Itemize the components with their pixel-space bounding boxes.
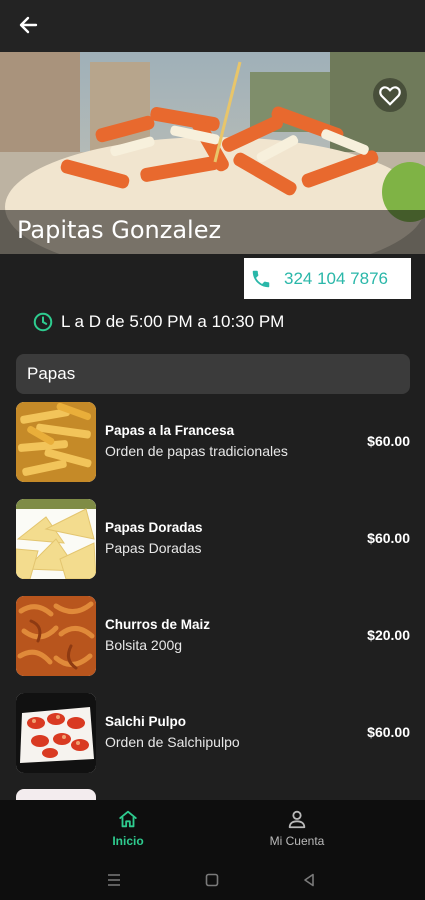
person-icon: [288, 810, 306, 829]
phone-number: 324 104 7876: [284, 268, 388, 288]
menu-item-price: $60.00: [367, 530, 410, 546]
bottom-navigation: Inicio Mi Cuenta: [0, 800, 425, 860]
favorite-button[interactable]: [373, 78, 407, 112]
fries-image: [16, 402, 96, 482]
phone-icon: [252, 270, 270, 287]
menu-item[interactable]: Salchi Pulpo Orden de Salchipulpo $60.00: [0, 693, 425, 775]
menu-item-image: [16, 402, 96, 482]
heart-outline-icon: [379, 86, 401, 106]
arrow-left-icon: [19, 16, 38, 34]
system-navigation-bar: [0, 860, 425, 900]
menu-section-header[interactable]: Papas: [16, 354, 410, 394]
restaurant-name-banner: Papitas Gonzalez: [0, 210, 425, 254]
menu-item-description: Bolsita 200g: [105, 637, 183, 653]
nav-home[interactable]: Inicio: [68, 808, 188, 854]
restaurant-name: Papitas Gonzalez: [17, 216, 222, 244]
nav-home-label: Inicio: [112, 834, 144, 848]
menu-item-description: Orden de papas tradicionales: [105, 443, 288, 459]
menu-item[interactable]: Papas a la Francesa Orden de papas tradi…: [0, 402, 425, 484]
menu-item-price: $60.00: [367, 433, 410, 449]
hours-text: L a D de 5:00 PM a 10:30 PM: [61, 312, 285, 331]
back-button[interactable]: [14, 10, 44, 40]
menu-item-description: Papas Doradas: [105, 540, 202, 556]
home-icon: [119, 810, 137, 828]
restaurant-hero: Papitas Gonzalez: [0, 52, 425, 254]
back-triangle-icon[interactable]: [300, 871, 318, 889]
menu-item-name: Papas Doradas: [105, 520, 203, 535]
chips-image: [16, 499, 96, 579]
menu-item-name: Papas a la Francesa: [105, 423, 235, 438]
menu-item-name: Salchi Pulpo: [105, 714, 187, 729]
menu-item-image: [16, 693, 96, 773]
phone-button[interactable]: 324 104 7876: [244, 258, 411, 299]
menu-item[interactable]: Churros de Maiz Bolsita 200g $20.00: [0, 596, 425, 678]
opening-hours: L a D de 5:00 PM a 10:30 PM: [32, 309, 284, 335]
top-bar: [0, 0, 425, 52]
menu-item-price: $60.00: [367, 724, 410, 740]
menu-item-name: Churros de Maiz: [105, 617, 211, 632]
menu-item-image: [16, 499, 96, 579]
clock-icon: [33, 312, 53, 332]
salchipulpo-image: [16, 693, 96, 773]
home-square-icon[interactable]: [203, 871, 221, 889]
churros-image: [16, 596, 96, 676]
menu-item-price: $20.00: [367, 627, 410, 643]
nav-account-label: Mi Cuenta: [269, 834, 325, 848]
recent-apps-icon[interactable]: [105, 871, 123, 889]
section-title: Papas: [27, 364, 76, 383]
menu-item-image: [16, 596, 96, 676]
nav-account[interactable]: Mi Cuenta: [237, 808, 357, 854]
menu-item[interactable]: Papas Doradas Papas Doradas $60.00: [0, 499, 425, 581]
menu-item-description: Orden de Salchipulpo: [105, 734, 240, 750]
